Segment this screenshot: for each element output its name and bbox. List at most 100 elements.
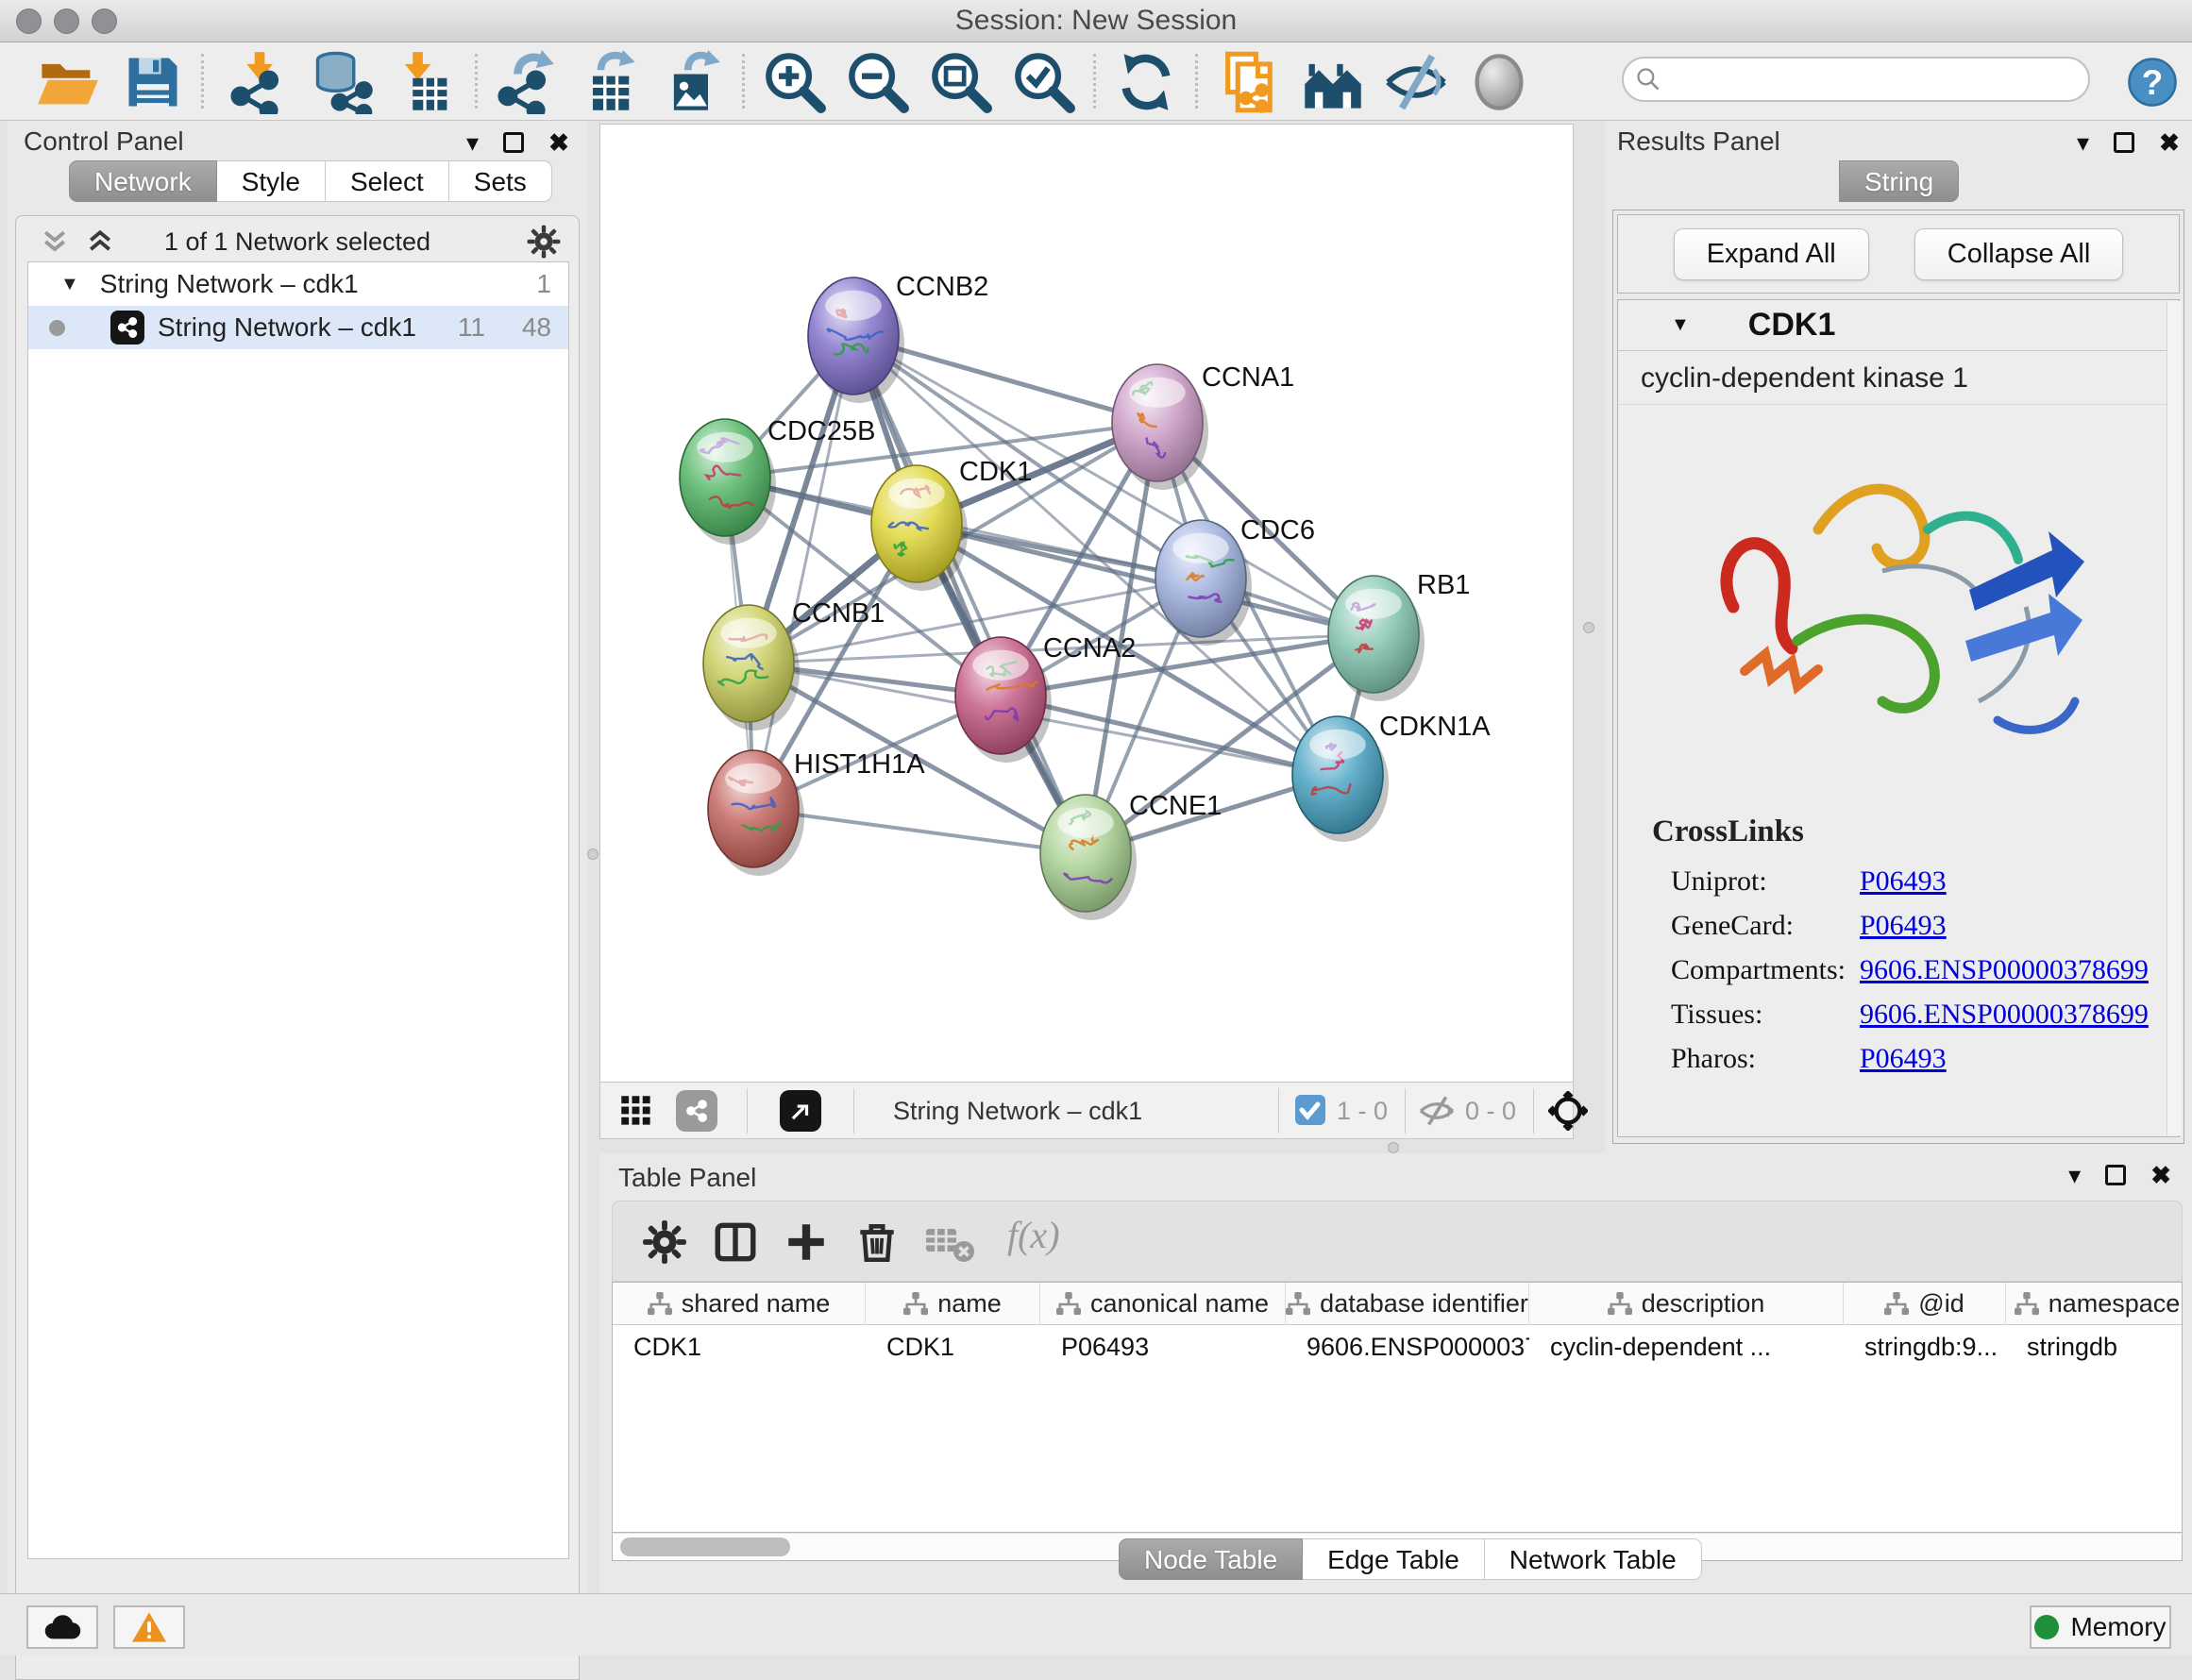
string-results-box: Expand All Collapse All ▼ CDK1 cyclin-de…: [1612, 210, 2184, 1144]
help-icon[interactable]: ?: [2126, 56, 2179, 109]
network-options-gear-icon[interactable]: [526, 224, 562, 260]
window-close-button[interactable]: [16, 8, 42, 34]
crosslink-link[interactable]: 9606.ENSP00000378699: [1860, 999, 2149, 1031]
tab-style[interactable]: Style: [217, 160, 326, 202]
table-cell[interactable]: CDK1: [866, 1325, 1040, 1368]
birds-eye-view-icon[interactable]: [1548, 1091, 1588, 1131]
table-cell[interactable]: P06493: [1040, 1325, 1286, 1368]
node-gloss: [1057, 808, 1114, 838]
panel-close-icon[interactable]: ✖: [548, 130, 569, 155]
table-cell[interactable]: cyclin-dependent ...: [1529, 1325, 1844, 1368]
expand-all-button[interactable]: Expand All: [1674, 228, 1869, 280]
splitter-handle[interactable]: [587, 848, 599, 860]
memory-status-icon: [2034, 1615, 2059, 1639]
export-table-icon[interactable]: [577, 50, 641, 114]
panel-menu-icon[interactable]: ▾: [2077, 130, 2089, 155]
export-network-icon[interactable]: [494, 50, 558, 114]
column-header-databaseidentifier[interactable]: database identifier: [1286, 1283, 1529, 1325]
tab-select[interactable]: Select: [326, 160, 449, 202]
tab-sets[interactable]: Sets: [449, 160, 552, 202]
table-cell[interactable]: stringdb:9...: [1844, 1325, 2006, 1368]
zoom-fit-icon[interactable]: [929, 50, 993, 114]
crosslink-link[interactable]: 9606.ENSP00000378699: [1860, 954, 2149, 986]
column-type-icon: [2015, 1292, 2039, 1317]
column-header-sharedname[interactable]: shared name: [613, 1283, 866, 1325]
duplicate-network-icon[interactable]: [1218, 50, 1282, 114]
panel-menu-icon[interactable]: ▾: [466, 130, 479, 155]
node-gloss: [1172, 533, 1229, 563]
collapse-section-icon[interactable]: ▼: [1671, 314, 1690, 336]
hscrollbar-thumb[interactable]: [620, 1537, 790, 1556]
crosslink-label: Tissues:: [1671, 999, 1860, 1031]
selected-nodes-checkbox[interactable]: [1295, 1095, 1325, 1125]
memory-button[interactable]: Memory: [2030, 1605, 2171, 1649]
window-zoom-button[interactable]: [92, 8, 117, 34]
panel-float-icon[interactable]: [503, 132, 524, 153]
delete-column-icon[interactable]: [853, 1218, 901, 1266]
splitter-handle[interactable]: [1583, 622, 1594, 633]
results-scrollbar[interactable]: [2167, 301, 2182, 1135]
table-cell[interactable]: 9606.ENSP00000378699: [1286, 1325, 1529, 1368]
save-session-icon[interactable]: [121, 50, 185, 114]
split-columns-icon[interactable]: [712, 1218, 759, 1266]
status-bar: Memory: [0, 1593, 2192, 1655]
search-input[interactable]: [1622, 57, 2090, 102]
open-view-window-icon[interactable]: [780, 1090, 821, 1132]
crosslink-link[interactable]: P06493: [1860, 1043, 1947, 1075]
crosslink-link[interactable]: P06493: [1860, 910, 1947, 942]
collection-count: 1: [536, 269, 551, 299]
hidden-eye-icon: [1418, 1095, 1456, 1127]
network-row-selected[interactable]: String Network – cdk1 11 48: [28, 306, 568, 349]
crosslink-link[interactable]: P06493: [1860, 865, 1947, 898]
open-session-icon[interactable]: [36, 50, 100, 114]
cloud-status-button[interactable]: [26, 1605, 98, 1649]
column-header-id[interactable]: @id: [1844, 1283, 2006, 1325]
table-cell[interactable]: stringdb: [2006, 1325, 2183, 1368]
hide-selected-icon[interactable]: [1384, 50, 1448, 114]
view-network-title: String Network – cdk1: [893, 1097, 1142, 1126]
refresh-icon[interactable]: [1114, 50, 1178, 114]
panel-close-icon[interactable]: ✖: [2159, 130, 2180, 155]
panel-menu-icon[interactable]: ▾: [2068, 1163, 2081, 1187]
tab-string[interactable]: String: [1839, 160, 1959, 202]
tab-edge-table[interactable]: Edge Table: [1303, 1538, 1485, 1580]
table-row[interactable]: CDK1CDK1P064939606.ENSP00000378699cyclin…: [613, 1325, 2182, 1368]
column-header-description[interactable]: description: [1529, 1283, 1844, 1325]
table-cell[interactable]: CDK1: [613, 1325, 866, 1368]
add-column-icon[interactable]: [783, 1218, 830, 1266]
panel-float-icon[interactable]: [2105, 1165, 2126, 1185]
table-options-gear-icon[interactable]: [641, 1218, 688, 1266]
import-network-database-icon[interactable]: [310, 50, 374, 114]
node-label-CCNA1: CCNA1: [1202, 362, 1294, 393]
import-network-file-icon[interactable]: [227, 50, 291, 114]
panel-close-icon[interactable]: ✖: [2150, 1163, 2171, 1187]
first-neighbors-icon[interactable]: [1301, 50, 1365, 114]
tab-node-table[interactable]: Node Table: [1119, 1538, 1303, 1580]
splitter-handle[interactable]: [1388, 1142, 1399, 1153]
panel-float-icon[interactable]: [2114, 132, 2134, 153]
window-minimize-button[interactable]: [54, 8, 79, 34]
collapse-all-button[interactable]: Collapse All: [1914, 228, 2124, 280]
warning-status-button[interactable]: [113, 1605, 185, 1649]
grid-view-icon[interactable]: [619, 1094, 653, 1128]
gene-card-header[interactable]: ▼ CDK1: [1618, 300, 2179, 351]
tab-network-table[interactable]: Network Table: [1485, 1538, 1702, 1580]
render-mode-icon[interactable]: [1467, 50, 1531, 114]
tree-expand-icon[interactable]: ▼: [60, 274, 79, 295]
network-collection-row[interactable]: ▼ String Network – cdk1 1: [28, 262, 568, 306]
zoom-out-icon[interactable]: [846, 50, 910, 114]
column-header-canonicalname[interactable]: canonical name: [1040, 1283, 1286, 1325]
import-table-file-icon[interactable]: [393, 50, 457, 114]
network-view-icon[interactable]: [676, 1090, 717, 1132]
edge-CCNB2-HIST1H1A[interactable]: [753, 336, 853, 809]
column-header-name[interactable]: name: [866, 1283, 1040, 1325]
network-canvas[interactable]: CCNB2CCNA1CDC25BCDK1CDC6RB1CCNB1CCNA2CDK…: [599, 124, 1574, 1083]
column-type-icon: [1884, 1292, 1909, 1317]
node-gloss: [825, 291, 882, 321]
zoom-selected-icon[interactable]: [1012, 50, 1076, 114]
export-image-icon[interactable]: [660, 50, 724, 114]
node-label-CDKN1A: CDKN1A: [1379, 712, 1491, 742]
tab-network[interactable]: Network: [69, 160, 217, 202]
column-header-namespace[interactable]: namespace: [2006, 1283, 2183, 1325]
zoom-in-icon[interactable]: [763, 50, 827, 114]
